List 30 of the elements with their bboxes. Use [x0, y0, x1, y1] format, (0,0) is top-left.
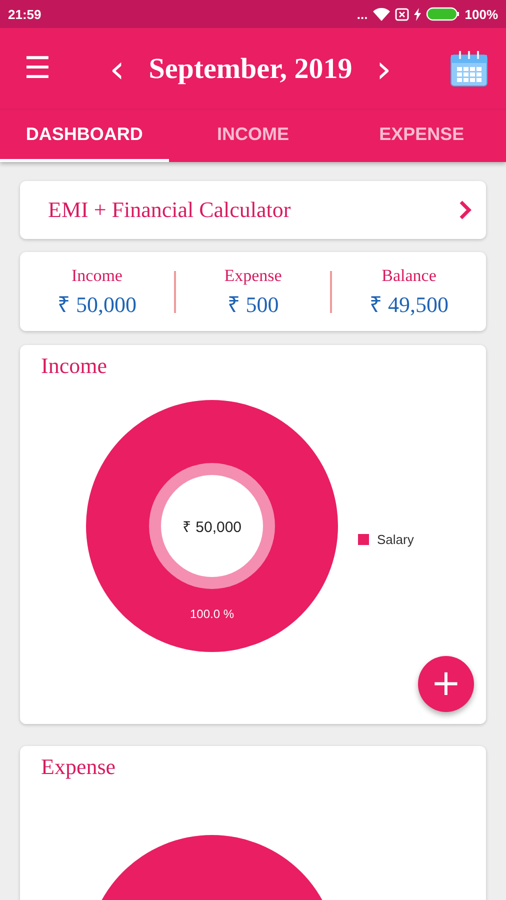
- more-dots: ...: [356, 6, 368, 22]
- status-time: 21:59: [8, 6, 42, 22]
- summary-amount: ₹ 49,500: [370, 290, 448, 318]
- summary-label: Expense: [224, 266, 282, 286]
- battery-percent: 100%: [464, 6, 498, 22]
- wifi-icon: [372, 8, 390, 20]
- previous-month-button[interactable]: ‹: [109, 50, 125, 88]
- card-title: Income: [40, 352, 107, 379]
- donut-total: ₹ 50,000: [181, 518, 243, 536]
- add-button[interactable]: +: [418, 656, 474, 712]
- tab[interactable]: EXPENSE: [337, 110, 506, 162]
- tab[interactable]: INCOME: [168, 110, 338, 162]
- sim-icon: [394, 8, 409, 20]
- slice-label: 100.0 %: [188, 607, 236, 621]
- legend-label: Salary: [377, 532, 414, 547]
- summary-label: Income: [72, 266, 122, 286]
- card-title: Expense: [40, 753, 116, 780]
- summary-amount: ₹ 500: [227, 290, 279, 318]
- summary-label: Balance: [382, 266, 436, 286]
- calculator-card[interactable]: EMI + Financial Calculator: [20, 181, 486, 239]
- battery-icon: [426, 7, 460, 21]
- charging-icon: [414, 8, 421, 20]
- menu-button[interactable]: ☰: [24, 54, 51, 84]
- calculator-label: EMI + Financial Calculator: [48, 197, 292, 223]
- chevron-right-icon: [458, 199, 472, 221]
- summary-amount: ₹ 50,000: [58, 290, 136, 318]
- tab[interactable]: DASHBOARD: [0, 110, 169, 162]
- calendar-icon[interactable]: [450, 50, 488, 88]
- next-month-button[interactable]: ›: [376, 50, 392, 88]
- month-title: September, 2019: [148, 52, 352, 86]
